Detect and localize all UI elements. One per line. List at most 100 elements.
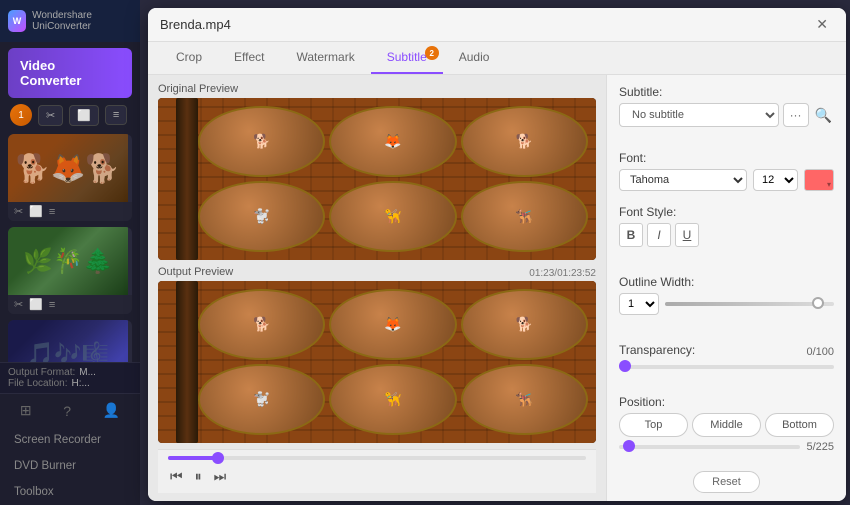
font-family-select[interactable]: Tahoma <box>619 169 747 191</box>
subtitle-section: Subtitle: No subtitle ··· 🔍 <box>619 85 834 127</box>
add-file-button[interactable]: ✂ <box>38 105 63 126</box>
thumb-crop-icon-2[interactable]: ⬜ <box>29 298 43 311</box>
subtitle-row: No subtitle ··· 🔍 <box>619 103 834 127</box>
sidebar-item-toolbox[interactable]: Toolbox <box>4 479 136 505</box>
modal-titlebar: Brenda.mp4 ✕ <box>148 8 846 42</box>
app-brand: Wondershare UniConverter <box>32 10 132 32</box>
output-preview-section: Output Preview 01:23/01:23:52 <box>158 266 596 443</box>
outline-label: Outline Width: <box>619 275 834 289</box>
font-section: Font: Tahoma 12 <box>619 151 834 195</box>
subtitle-search-button[interactable]: 🔍 <box>813 105 834 126</box>
font-style-label: Font Style: <box>619 205 834 219</box>
next-frame-button[interactable]: ⏭ <box>212 466 229 487</box>
subtitle-select[interactable]: No subtitle <box>619 103 779 127</box>
modal-dialog: Brenda.mp4 ✕ Crop Effect Watermark Subti… <box>148 8 846 501</box>
tab-watermark[interactable]: Watermark <box>280 42 370 74</box>
layout-icon[interactable]: ⊞ <box>20 402 32 419</box>
original-preview-header: Original Preview <box>158 83 596 98</box>
character-frames <box>198 106 588 252</box>
char-3 <box>461 106 588 177</box>
progress-bar-fill <box>168 456 218 460</box>
char-o-3 <box>461 289 588 360</box>
modal-tabs: Crop Effect Watermark Subtitle 2 Audio <box>148 42 846 75</box>
thumb-cut-icon-2[interactable]: ✂ <box>14 298 23 311</box>
prev-frame-button[interactable]: ⏮ <box>168 466 185 487</box>
transparency-slider[interactable] <box>619 365 834 369</box>
position-buttons: Top Middle Bottom <box>619 413 834 437</box>
thumb-controls-1: ✂ ⬜ ≡ <box>8 202 132 221</box>
outline-slider[interactable] <box>665 302 834 306</box>
thumb-menu-icon-2[interactable]: ≡ <box>49 299 55 311</box>
original-preview-section: Original Preview <box>158 83 596 260</box>
thumb-preview-2: 🌿🎋🌲 <box>8 227 128 295</box>
progress-bar-container[interactable] <box>168 456 586 460</box>
output-preview-header: Output Preview 01:23/01:23:52 <box>158 266 596 281</box>
subtitle-panel: Subtitle: No subtitle ··· 🔍 Font: <box>606 75 846 501</box>
tab-crop[interactable]: Crop <box>160 42 218 74</box>
italic-button[interactable]: I <box>647 223 671 247</box>
position-slider-row: 5/225 <box>619 441 834 453</box>
transparency-value: 0/100 <box>806 346 834 358</box>
vertical-post <box>176 98 198 260</box>
tab-effect[interactable]: Effect <box>218 42 280 74</box>
bold-button[interactable]: B <box>619 223 643 247</box>
modal-body: Original Preview <box>148 75 846 501</box>
thumb-controls-2: ✂ ⬜ ≡ <box>8 295 132 314</box>
reset-row: Reset <box>619 471 834 493</box>
thumb-cut-icon-1[interactable]: ✂ <box>14 205 23 218</box>
settings-button[interactable]: ≡ <box>105 105 127 125</box>
output-preview-video <box>158 281 596 443</box>
transparency-label: Transparency: <box>619 343 695 357</box>
char-6 <box>461 181 588 252</box>
underline-button[interactable]: U <box>675 223 699 247</box>
badge-1-button[interactable]: 1 <box>10 104 32 126</box>
thumb-preview-1: 🐕🦊🐕 <box>8 134 128 202</box>
font-size-select[interactable]: 12 <box>753 169 798 191</box>
font-style-buttons: B I U <box>619 223 834 247</box>
sidebar-item-dvd-burner[interactable]: DVD Burner <box>4 453 136 479</box>
position-slider[interactable] <box>619 445 800 449</box>
reset-button[interactable]: Reset <box>693 471 760 493</box>
char-o-4 <box>198 364 325 435</box>
sidebar: W Wondershare UniConverter Video Convert… <box>0 0 140 505</box>
subtitle-tab-badge: 2 <box>425 46 439 60</box>
progress-thumb[interactable] <box>212 452 224 464</box>
original-preview-video <box>158 98 596 260</box>
position-top-button[interactable]: Top <box>619 413 688 437</box>
main-content: Brenda.mp4 ✕ Crop Effect Watermark Subti… <box>140 0 850 505</box>
font-style-section: Font Style: B I U <box>619 205 834 251</box>
outline-section: Outline Width: 1 <box>619 275 834 319</box>
cartoon-scene-output <box>158 281 596 443</box>
pause-button[interactable]: ⏸ <box>193 466 204 487</box>
thumbnail-item-2[interactable]: 🌿🎋🌲 ✂ ⬜ ≡ <box>8 227 132 314</box>
outline-slider-thumb <box>812 297 824 309</box>
user-icon[interactable]: 👤 <box>103 402 120 419</box>
position-middle-button[interactable]: Middle <box>692 413 761 437</box>
add-folder-button[interactable]: ⬜ <box>69 105 99 126</box>
preview-timestamp: 01:23/01:23:52 <box>529 268 596 279</box>
char-o-1 <box>198 289 325 360</box>
help-icon[interactable]: ? <box>63 403 71 419</box>
preview-area: Original Preview <box>148 75 606 501</box>
outline-width-select[interactable]: 1 <box>619 293 659 315</box>
vertical-post-2 <box>176 281 198 443</box>
thumb-preview-3: 🎵🎶🎼 <box>8 320 128 362</box>
font-color-swatch[interactable] <box>804 169 834 191</box>
modal-close-button[interactable]: ✕ <box>810 14 834 35</box>
thumbnail-item-1[interactable]: 🐕🦊🐕 ✂ ⬜ ≡ <box>8 134 132 221</box>
output-info: Output Format: M... File Location: H:... <box>0 362 140 393</box>
tab-audio[interactable]: Audio <box>443 42 506 74</box>
sidebar-item-screen-recorder[interactable]: Screen Recorder <box>4 427 136 453</box>
output-preview-label: Output Preview <box>158 266 233 278</box>
tab-subtitle[interactable]: Subtitle 2 <box>371 42 443 74</box>
thumb-menu-icon-1[interactable]: ≡ <box>49 206 55 218</box>
toolbar-row: 1 ✂ ⬜ ≡ <box>0 102 140 130</box>
sidebar-item-video-converter[interactable]: Video Converter <box>8 48 132 98</box>
char-2 <box>329 106 456 177</box>
thumbnail-list: 🐕🦊🐕 ✂ ⬜ ≡ 🌿🎋🌲 ✂ ⬜ ≡ 🎵🎶🎼 <box>0 130 140 362</box>
position-bottom-button[interactable]: Bottom <box>765 413 834 437</box>
thumb-crop-icon-1[interactable]: ⬜ <box>29 205 43 218</box>
thumbnail-item-3[interactable]: 🎵🎶🎼 ✂ ⬜ ≡ <box>8 320 132 362</box>
sidebar-menu: Screen Recorder DVD Burner Toolbox <box>0 427 140 505</box>
subtitle-more-button[interactable]: ··· <box>783 103 809 127</box>
